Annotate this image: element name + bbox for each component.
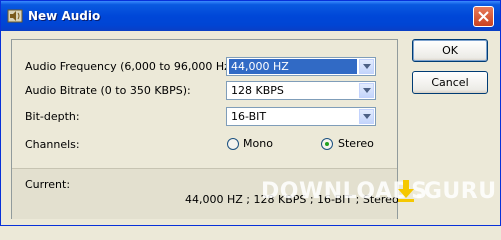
bitrate-label: Audio Bitrate (0 to 350 KBPS): — [25, 84, 191, 97]
watermark-text-right: .GURU — [415, 179, 497, 204]
watermark: DOWNLOADS .GURU — [251, 171, 496, 219]
bitrate-dropdown[interactable]: 128 KBPS — [226, 81, 376, 100]
dropdown-arrow-button[interactable] — [359, 59, 374, 74]
speaker-icon — [7, 8, 23, 24]
window-title: New Audio — [28, 9, 101, 23]
stereo-radio[interactable] — [321, 138, 333, 150]
chevron-down-icon — [363, 88, 371, 93]
bitdepth-dropdown[interactable]: 16-BIT — [226, 107, 376, 126]
mono-radio[interactable] — [227, 138, 239, 150]
dropdown-arrow-button[interactable] — [359, 109, 374, 124]
title-bar[interactable]: New Audio — [1, 1, 500, 31]
dialog-window: New Audio Audio Frequency (6,000 to 96,0… — [0, 0, 501, 226]
download-arrow-icon — [398, 180, 414, 202]
close-icon — [478, 11, 489, 22]
channels-label: Channels: — [25, 138, 80, 151]
bitrate-value: 128 KBPS — [231, 84, 284, 97]
ok-button[interactable]: OK — [412, 39, 488, 62]
chevron-down-icon — [363, 64, 371, 69]
mono-label[interactable]: Mono — [243, 137, 273, 150]
close-button[interactable] — [473, 6, 494, 27]
frequency-dropdown[interactable]: 44,000 HZ — [226, 57, 376, 76]
frequency-value: 44,000 HZ — [229, 59, 357, 74]
frequency-label: Audio Frequency (6,000 to 96,000 Hz): — [25, 60, 238, 73]
stereo-label[interactable]: Stereo — [338, 137, 374, 150]
bitdepth-value: 16-BIT — [231, 110, 267, 123]
bitdepth-label: Bit-depth: — [25, 110, 80, 123]
chevron-down-icon — [363, 114, 371, 119]
cancel-button[interactable]: Cancel — [412, 71, 488, 94]
current-label: Current: — [25, 178, 71, 191]
dropdown-arrow-button[interactable] — [359, 83, 374, 98]
